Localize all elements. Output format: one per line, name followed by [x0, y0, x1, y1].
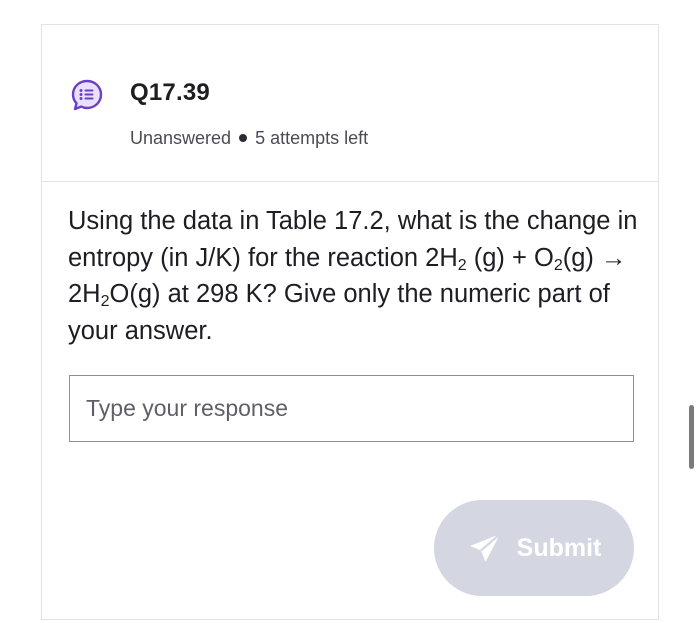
- separator-dot: [239, 134, 248, 143]
- question-status-line: Unanswered 5 attempts left: [130, 126, 368, 150]
- response-field: [69, 375, 634, 442]
- question-number: Q17.39: [130, 79, 210, 106]
- question-text: Using the data in Table 17.2, what is th…: [68, 203, 643, 349]
- send-icon: [469, 533, 501, 562]
- question-text-part: (g) + O: [466, 243, 554, 272]
- subscript: 2: [100, 293, 110, 310]
- subscript: 2: [553, 256, 563, 274]
- submit-button[interactable]: Submit: [434, 500, 634, 596]
- question-header: Q17.39 Unanswered 5 attempts left: [42, 25, 658, 182]
- question-text-part: O(g) at 298 K? Give only the numeric par…: [68, 280, 610, 345]
- response-input[interactable]: [70, 376, 633, 441]
- answer-status: Unanswered: [130, 128, 232, 148]
- question-list-icon: [71, 79, 103, 111]
- question-card: Q17.39 Unanswered 5 attempts left Using t…: [41, 24, 659, 620]
- submit-label: Submit: [516, 533, 602, 562]
- subscript: 2: [457, 256, 467, 274]
- attempts-left: 5 attempts left: [255, 128, 369, 148]
- scrollbar-thumb[interactable]: [689, 405, 694, 469]
